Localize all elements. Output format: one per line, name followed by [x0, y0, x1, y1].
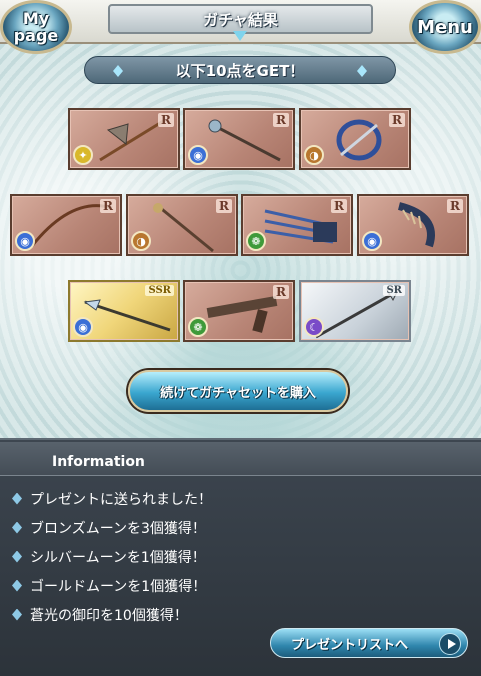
diamond-icon [12, 579, 22, 592]
continue-gacha-button[interactable]: 続けてガチャセットを購入 [128, 370, 348, 412]
list-item: シルバームーンを1個獲得！ [12, 542, 212, 571]
item-card[interactable]: SR ☾ [299, 280, 411, 342]
mypage-button[interactable]: My page [0, 0, 72, 54]
info-message: ゴールドムーンを1個獲得！ [30, 578, 207, 595]
wind-element-icon: ❁ [188, 317, 208, 337]
information-list: プレゼントに送られました！ ブロンズムーンを3個獲得！ シルバームーンを1個獲得… [12, 484, 212, 629]
water-element-icon: ◉ [188, 145, 208, 165]
rarity-badge: SSR [145, 285, 174, 296]
rarity-badge: R [158, 113, 174, 127]
item-card[interactable]: SSR ◉ [68, 280, 180, 342]
item-card[interactable]: R ◉ [357, 194, 469, 256]
diamond-icon [12, 521, 22, 534]
result-banner: 以下10点をGET！ [84, 56, 396, 84]
earth-element-icon: ◑ [304, 145, 324, 165]
info-message: 蒼光の御印を10個獲得！ [30, 607, 188, 624]
rarity-badge: R [216, 199, 232, 213]
title-gem-icon [233, 31, 247, 41]
item-card[interactable]: R ❁ [241, 194, 353, 256]
rarity-badge: R [273, 113, 289, 127]
information-header: Information [0, 442, 481, 476]
rarity-badge: R [100, 199, 116, 213]
diamond-icon [12, 550, 22, 563]
rarity-badge: R [447, 199, 463, 213]
item-card[interactable]: R ◉ [10, 194, 122, 256]
list-item: 蒼光の御印を10個獲得！ [12, 600, 212, 629]
page-title: ガチャ結果 [108, 4, 373, 34]
dark-element-icon: ☾ [304, 317, 324, 337]
present-list-button[interactable]: プレゼントリストへ [270, 628, 468, 658]
item-card[interactable]: R ✦ [68, 108, 180, 170]
menu-button[interactable]: Menu [409, 0, 481, 54]
item-card[interactable]: R ◑ [126, 194, 238, 256]
light-element-icon: ✦ [73, 145, 93, 165]
wind-element-icon: ❁ [246, 231, 266, 251]
diamond-icon [12, 608, 22, 621]
item-card[interactable]: R ◑ [299, 108, 411, 170]
information-title: Information [52, 454, 145, 470]
list-item: ゴールドムーンを1個獲得！ [12, 571, 212, 600]
diamond-icon [12, 492, 22, 505]
list-item: プレゼントに送られました！ [12, 484, 212, 513]
diamond-icon [357, 65, 367, 77]
water-element-icon: ◉ [73, 317, 93, 337]
earth-element-icon: ◑ [131, 231, 151, 251]
result-banner-text: 以下10点をGET！ [175, 61, 305, 80]
present-list-label: プレゼントリストへ [291, 637, 409, 653]
item-card[interactable]: R ❁ [183, 280, 295, 342]
rarity-badge: SR [383, 285, 405, 296]
info-message: プレゼントに送られました！ [30, 491, 212, 508]
gacha-result-screen: ガチャ結果 My page Menu 以下10点をGET！ R ✦ R ◉ R … [0, 0, 481, 676]
diamond-icon [113, 65, 123, 77]
rarity-badge: R [273, 285, 289, 299]
rarity-badge: R [331, 199, 347, 213]
rarity-badge: R [389, 113, 405, 127]
info-message: ブロンズムーンを3個獲得！ [30, 520, 206, 537]
water-element-icon: ◉ [15, 231, 35, 251]
water-element-icon: ◉ [362, 231, 382, 251]
info-message: シルバームーンを1個獲得！ [30, 549, 206, 566]
list-item: ブロンズムーンを3個獲得！ [12, 513, 212, 542]
item-card[interactable]: R ◉ [183, 108, 295, 170]
arrow-right-icon [439, 633, 461, 655]
